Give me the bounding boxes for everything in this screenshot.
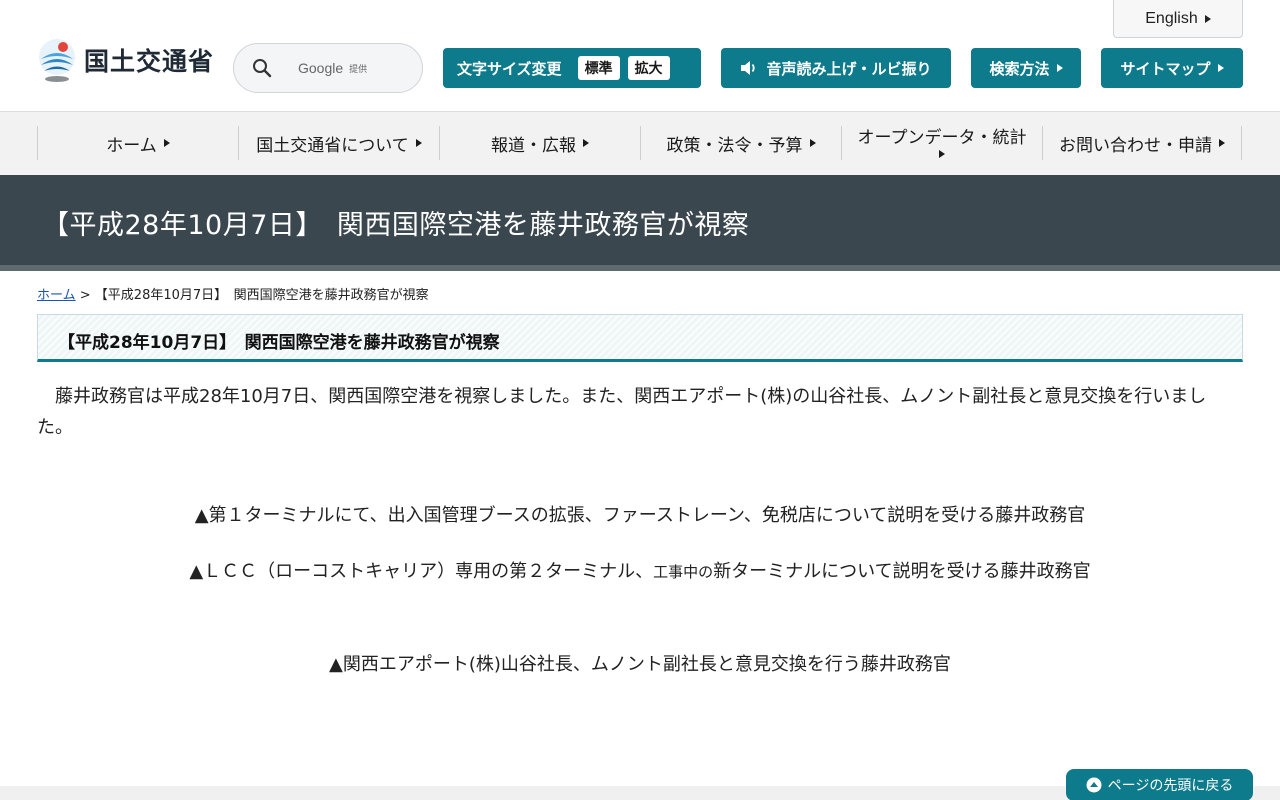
page-title-band: 【平成28年10月7日】 関西国際空港を藤井政務官が視察 [0,175,1280,265]
arrow-right-icon [1204,14,1211,23]
breadcrumb-home-link[interactable]: ホーム [37,288,76,303]
arrow-up-circle-icon [1086,777,1102,793]
arrow-right-icon [1219,139,1225,147]
font-size-label: 文字サイズ変更 [457,59,562,78]
voice-reading-button[interactable]: 音声読み上げ・ルビ振り [721,48,951,88]
nav-item-home[interactable]: ホーム [37,126,238,160]
site-header: 国土交通省 Google 提供 English 文字サイズ変更 標準 拡大 音声… [0,0,1280,112]
font-size-standard-button[interactable]: 標準 [577,56,620,80]
font-size-large-button[interactable]: 拡大 [627,56,670,80]
nav-item-label: オープンデータ・統計 [857,128,1027,148]
mlit-logo-icon [39,39,75,82]
breadcrumb-separator: > [75,288,95,303]
nav-item-label: お問い合わせ・申請 [1059,135,1212,156]
nav-item-about[interactable]: 国土交通省について [238,126,439,160]
breadcrumb: ホーム > 【平成28年10月7日】 関西国際空港を藤井政務官が視察 [37,284,429,303]
nav-item-label: 報道・広報 [491,135,576,156]
page-top-button[interactable]: ページの先頭に戻る [1066,769,1253,800]
font-size-control: 文字サイズ変更 標準 拡大 [443,48,701,88]
title-band-divider [0,265,1280,271]
english-label: English [1145,9,1198,27]
page-top-label: ページの先頭に戻る [1107,778,1234,794]
arrow-right-icon [809,139,816,147]
nav-item-press[interactable]: 報道・広報 [439,126,640,160]
nav-item-open-data[interactable]: オープンデータ・統計 [841,126,1042,160]
caption-2-part-a: ▲ＬＣＣ（ローコストキャリア）専用の第２ターミナル、 [189,561,654,582]
nav-item-label: 国土交通省について [256,135,409,156]
arrow-right-icon [1056,64,1063,72]
section-heading: 【平成28年10月7日】 関西国際空港を藤井政務官が視察 [58,333,500,353]
sitemap-button[interactable]: サイトマップ [1101,48,1243,88]
arrow-right-icon [939,150,945,158]
photo-caption-2: ▲ＬＣＣ（ローコストキャリア）専用の第２ターミナル、工事中の新ターミナルについて… [0,557,1280,583]
photo-caption-3: ▲関西エアポート(株)山谷社長、ムノント副社長と意見交換を行う藤井政務官 [329,654,951,675]
arrow-right-icon [583,139,589,147]
search-method-label: 検索方法 [989,59,1050,78]
article-body: 藤井政務官は平成28年10月7日、関西国際空港を視察しました。また、関西エアポー… [37,386,1207,438]
nav-item-label: 政策・法令・予算 [666,135,803,156]
caption-2-part-c: 新ターミナルについて説明を受ける藤井政務官 [713,561,1091,582]
page-title: 【平成28年10月7日】 関西国際空港を藤井政務官が視察 [42,210,750,241]
section-heading-box: 【平成28年10月7日】 関西国際空港を藤井政務官が視察 [37,314,1243,362]
site-logo[interactable]: 国土交通省 [36,36,214,84]
speaker-icon [741,61,756,75]
nav-item-policy[interactable]: 政策・法令・予算 [640,126,841,160]
caption-2-part-b: 工事中の [653,563,714,581]
search-icon[interactable] [252,58,272,78]
nav-item-label: ホーム [106,135,157,156]
site-search-input[interactable]: Google 提供 [233,43,423,93]
google-brand: Google [298,60,344,76]
voice-reading-label: 音声読み上げ・ルビ振り [766,59,932,78]
sitemap-label: サイトマップ [1120,59,1211,78]
global-nav: ホーム 国土交通省について 報道・広報 政策・法令・予算 オープンデータ・統計 … [0,112,1280,175]
photo-caption-1: ▲第１ターミナルにて、出入国管理ブースの拡張、ファーストレーン、免税店について説… [194,505,1086,526]
arrow-right-icon [415,139,422,147]
search-method-button[interactable]: 検索方法 [971,48,1081,88]
google-provided-label: 提供 [349,64,368,75]
logo-text: 国土交通省 [84,47,215,76]
english-link[interactable]: English [1113,0,1243,38]
breadcrumb-current: 【平成28年10月7日】 関西国際空港を藤井政務官が視察 [94,288,429,303]
arrow-right-icon [163,139,170,147]
nav-item-contact[interactable]: お問い合わせ・申請 [1042,126,1242,160]
arrow-right-icon [1217,64,1224,72]
